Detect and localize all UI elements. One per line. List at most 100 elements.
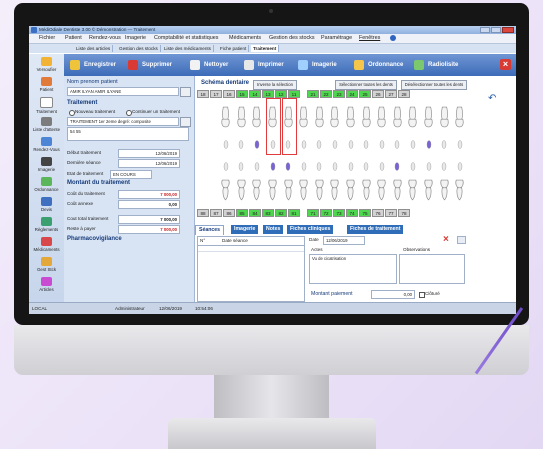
tooth-86-side[interactable] [249,175,265,205]
tooth-85-side[interactable] [265,175,281,205]
tooth-21-occlusal[interactable] [343,137,359,151]
tooth-26-side[interactable] [421,100,437,134]
imprimer-button[interactable]: Imprimer [244,57,284,73]
tooth-81-side[interactable] [327,175,343,205]
minimize-button[interactable] [480,27,490,33]
tooth-82-occlusal[interactable] [312,159,328,173]
help-icon[interactable] [390,35,396,41]
sidebar-item-patient[interactable]: Patient [30,75,63,95]
upper-tooth-number-18[interactable]: 18 [197,90,209,98]
tooth-81-occlusal[interactable] [327,159,343,173]
tooth-74-occlusal[interactable] [390,159,406,173]
lower-tooth-number-75[interactable]: 75 [359,209,371,217]
teeth-code-field[interactable]: 54 55 [67,127,189,141]
tab-fiches-cliniques[interactable]: Fiches cliniques [287,225,334,234]
tooth-11-occlusal[interactable] [327,137,343,151]
radiolisite-button[interactable]: Radiolisite [414,57,458,73]
delete-seance-icon[interactable]: × [443,234,449,245]
tab-liste-medicaments[interactable]: Liste des médicaments [162,45,214,52]
observations-box[interactable] [399,254,465,284]
menu-patient[interactable]: Patient [65,35,82,41]
name-lookup-button[interactable] [180,87,191,97]
tooth-18-occlusal[interactable] [218,137,234,151]
tooth-84-occlusal[interactable] [280,159,296,173]
actes-box[interactable]: Vu de cicatrisation [309,254,397,284]
tooth-23-side[interactable] [374,100,390,134]
lower-tooth-number-84[interactable]: 84 [249,209,261,217]
tooth-74-side[interactable] [390,175,406,205]
upper-tooth-number-11[interactable]: 11 [288,90,300,98]
tab-traitement[interactable]: Traitement [251,45,280,52]
tab-liste-articles[interactable]: Liste des articles [74,45,114,52]
menu-imagerie[interactable]: Imagerie [125,35,146,41]
tooth-27-occlusal[interactable] [436,137,452,151]
upper-tooth-number-26[interactable]: 26 [372,90,384,98]
imagerie-button[interactable]: Imagerie [298,57,337,73]
upper-tooth-number-14[interactable]: 14 [249,90,261,98]
inverse-selection-button[interactable]: Inverse la sélection [253,80,297,90]
tooth-12-occlusal[interactable] [312,137,328,151]
name-field[interactable]: AMIR ILYAN AMIR ILYANE [67,87,179,96]
tooth-72-side[interactable] [358,175,374,205]
tooth-25-occlusal[interactable] [405,137,421,151]
maximize-button[interactable] [491,27,501,33]
sidebar-item-liste-attente[interactable]: Liste d'attente [30,115,63,135]
date-field[interactable]: 12/06/2019 [323,236,365,245]
tooth-78-occlusal[interactable] [452,159,468,173]
enregistrer-button[interactable]: Enregistrer [70,57,116,73]
lower-tooth-number-73[interactable]: 73 [333,209,345,217]
upper-tooth-number-12[interactable]: 12 [275,90,287,98]
sidebar-item-versoufier[interactable]: Versoufier [30,55,63,75]
tooth-83-side[interactable] [296,175,312,205]
tooth-76-occlusal[interactable] [421,159,437,173]
cout-field[interactable]: 7 000,00 [118,190,180,199]
tooth-71-occlusal[interactable] [343,159,359,173]
tooth-77-occlusal[interactable] [436,159,452,173]
upper-tooth-number-24[interactable]: 24 [346,90,358,98]
deselect-all-button[interactable]: Désélectionner toutes les dents [401,80,467,90]
upper-tooth-number-28[interactable]: 28 [398,90,410,98]
undo-icon[interactable]: ↶ [488,93,496,104]
tab-notes[interactable]: Notes [263,225,284,234]
menu-fenetres[interactable]: Fenêtres [359,35,380,41]
table-row[interactable] [198,246,304,252]
tooth-76-side[interactable] [421,175,437,205]
lower-tooth-number-76[interactable]: 76 [372,209,384,217]
ordonnance-button[interactable]: Ordonnance [354,57,403,73]
tooth-22-occlusal[interactable] [358,137,374,151]
tooth-72-occlusal[interactable] [358,159,374,173]
supprimer-button[interactable]: Supprimer [128,57,172,73]
lower-tooth-number-77[interactable]: 77 [385,209,397,217]
tooth-78-side[interactable] [452,175,468,205]
tooth-75-occlusal[interactable] [405,159,421,173]
tooth-27-side[interactable] [436,100,452,134]
upper-tooth-number-23[interactable]: 23 [333,90,345,98]
lower-tooth-number-78[interactable]: 78 [398,209,410,217]
montant-field[interactable]: 0,00 [371,290,415,299]
lower-tooth-number-72[interactable]: 72 [320,209,332,217]
lower-tooth-number-88[interactable]: 88 [197,209,209,217]
lower-tooth-number-82[interactable]: 82 [275,209,287,217]
tooth-16-occlusal[interactable] [249,137,265,151]
menu-medicaments[interactable]: Médicaments [229,35,261,41]
upper-tooth-number-15[interactable]: 15 [236,90,248,98]
sidebar-item-gest-stck[interactable]: Gest Stck [30,255,63,275]
expand-icon[interactable] [457,236,466,244]
lower-tooth-number-81[interactable]: 81 [288,209,300,217]
tooth-13-side[interactable] [296,100,312,134]
tooth-22-side[interactable] [358,100,374,134]
sidebar-item-traitement[interactable]: Traitement [30,95,63,115]
annexe-field[interactable]: 0,00 [118,200,180,209]
tooth-87-occlusal[interactable] [234,159,250,173]
tab-fiche-patient[interactable]: Fiche patient [218,45,250,52]
traitement-select[interactable]: TRAITEMENT 1er 2eme degré: composite [67,117,179,126]
tooth-71-side[interactable] [343,175,359,205]
tab-gestion-stocks[interactable]: Gestion des stocks [117,45,161,52]
tooth-26-occlusal[interactable] [421,137,437,151]
menu-gestion-stocks[interactable]: Gestion des stocks [269,35,315,41]
tooth-13-occlusal[interactable] [296,137,312,151]
tooth-83-occlusal[interactable] [296,159,312,173]
tooth-11-side[interactable] [327,100,343,134]
col-date[interactable]: Date séance [222,238,248,243]
sidebar-item-articles[interactable]: Articles [30,275,63,295]
